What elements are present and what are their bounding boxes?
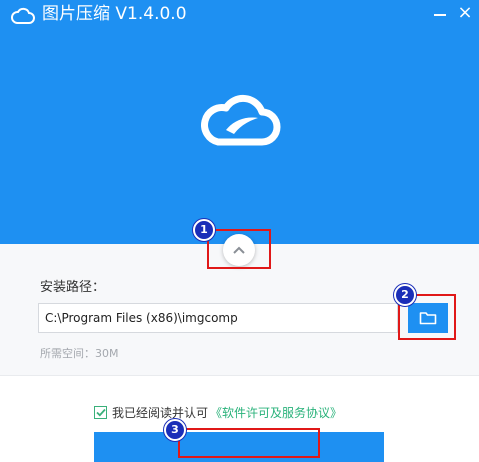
header-banner: 图片压缩 V1.4.0.0 × (0, 0, 479, 244)
close-icon[interactable]: × (456, 4, 474, 22)
minimize-icon[interactable] (431, 4, 449, 22)
window-title: 图片压缩 V1.4.0.0 (42, 4, 187, 24)
annotation-badge-3: 3 (164, 419, 186, 441)
cloud-icon (11, 7, 35, 24)
cloud-logo-icon (201, 94, 281, 146)
annotation-badge-2: 2 (394, 284, 416, 306)
agreement-checkbox[interactable] (94, 405, 107, 419)
agreement-row: 我已经阅读并认可 《软件许可及服务协议》 (94, 404, 342, 420)
install-path-label: 安装路径： (40, 280, 106, 295)
license-agreement-link[interactable]: 《软件许可及服务协议》 (210, 404, 342, 421)
check-icon (95, 408, 106, 416)
annotation-box-1 (207, 229, 271, 269)
required-space-label: 所需空间：30M (40, 347, 119, 360)
install-path-input[interactable] (38, 303, 398, 333)
divider (0, 375, 479, 376)
annotation-badge-1: 1 (193, 219, 215, 241)
agreement-text: 我已经阅读并认可 (112, 405, 209, 420)
